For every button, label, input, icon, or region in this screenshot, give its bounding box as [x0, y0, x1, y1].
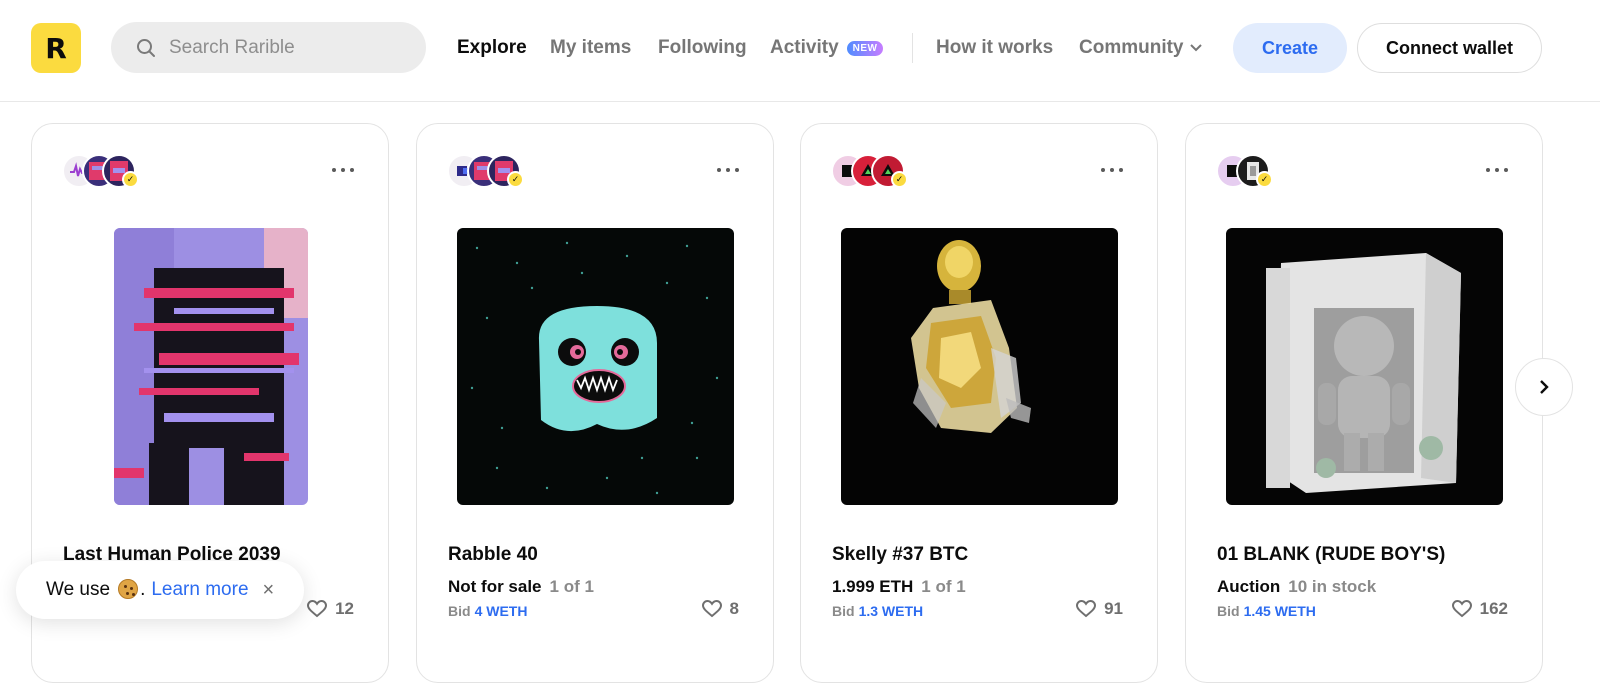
heart-icon — [701, 600, 722, 618]
nav-community-label: Community — [1079, 37, 1184, 58]
stock: 10 in stock — [1288, 577, 1377, 596]
nav-my-items-label: My items — [550, 37, 632, 58]
bid-value: 4 WETH — [474, 603, 528, 619]
nft-image[interactable] — [1226, 228, 1503, 505]
card-title[interactable]: Rabble 40 — [448, 544, 538, 566]
close-icon[interactable]: × — [263, 579, 275, 602]
more-icon[interactable] — [332, 160, 354, 180]
bid-value: 1.3 WETH — [858, 603, 924, 619]
logo-letter: R — [45, 31, 67, 65]
nft-card[interactable]: ✓ 01 BLANK (RUDE BOY'S) Auction 10 in sto… — [1185, 123, 1543, 683]
nft-image[interactable] — [841, 228, 1118, 505]
bid-value: 1.45 WETH — [1243, 603, 1316, 619]
likes-button[interactable]: 12 — [307, 599, 354, 619]
verified-icon: ✓ — [122, 171, 139, 188]
nav-activity[interactable]: Activity NEW — [770, 34, 884, 62]
nft-image[interactable] — [114, 228, 308, 505]
more-icon[interactable] — [1101, 160, 1123, 180]
bid-label: Bid — [1217, 603, 1240, 619]
bid-label: Bid — [448, 603, 471, 619]
verified-icon: ✓ — [891, 171, 908, 188]
card-title[interactable]: Skelly #37 BTC — [832, 544, 968, 566]
chevron-right-icon — [1540, 380, 1549, 394]
more-icon[interactable] — [717, 160, 739, 180]
cookie-banner: We use . Learn more × — [16, 561, 304, 619]
search-bar[interactable] — [111, 22, 426, 73]
card-title[interactable]: 01 BLANK (RUDE BOY'S) — [1217, 544, 1445, 566]
price-row: Auction 10 in stock — [1217, 577, 1376, 597]
nav-explore-label: Explore — [457, 37, 527, 58]
nft-image[interactable] — [457, 228, 734, 505]
nft-card[interactable]: ✓ Skelly #37 BTC 1.999 ETH 1 of 1 Bid 1.3 … — [800, 123, 1158, 683]
search-icon — [135, 37, 157, 59]
price: 1.999 ETH — [832, 577, 914, 596]
likes-button[interactable]: 162 — [1451, 599, 1508, 619]
connect-wallet-button[interactable]: Connect wallet — [1357, 23, 1542, 73]
nft-card[interactable]: ✓ Rabble 40 Not for sale 1 of 1 Bid 4 WE… — [416, 123, 774, 683]
heart-icon — [307, 600, 328, 618]
top-navbar: R Explore My items Following Activity NE… — [0, 0, 1600, 102]
stock: 1 of 1 — [549, 577, 594, 596]
likes-count: 12 — [335, 599, 354, 618]
cookie-text: We use — [46, 579, 111, 600]
bid-label: Bid — [832, 603, 855, 619]
nav-how-it-works-label: How it works — [936, 37, 1054, 58]
likes-button[interactable]: 8 — [701, 599, 739, 619]
heart-icon — [1076, 600, 1097, 618]
nav-how-it-works[interactable]: How it works — [936, 34, 1053, 62]
stock: 1 of 1 — [921, 577, 966, 596]
carousel-next-button[interactable] — [1515, 358, 1573, 416]
bid-row: Bid 1.3 WETH — [832, 603, 923, 619]
nav-divider — [912, 33, 913, 63]
new-badge: NEW — [846, 40, 884, 56]
search-input[interactable] — [169, 36, 409, 59]
heart-icon — [1451, 600, 1472, 618]
nav-following-label: Following — [658, 37, 747, 58]
rarible-logo[interactable]: R — [31, 23, 81, 73]
verified-icon: ✓ — [1256, 171, 1273, 188]
nav-community[interactable]: Community — [1079, 34, 1202, 62]
bid-row: Bid 4 WETH — [448, 603, 527, 619]
chevron-down-icon — [1189, 44, 1202, 52]
cookie-icon — [116, 578, 140, 602]
price: Auction — [1217, 577, 1281, 596]
likes-count: 162 — [1479, 599, 1508, 618]
verified-icon: ✓ — [507, 171, 524, 188]
price-row: 1.999 ETH 1 of 1 — [832, 577, 966, 597]
bid-row: Bid 1.45 WETH — [1217, 603, 1316, 619]
nav-activity-label: Activity — [770, 37, 839, 58]
nav-explore[interactable]: Explore — [457, 34, 527, 62]
create-button[interactable]: Create — [1233, 23, 1347, 73]
price: Not for sale — [448, 577, 542, 596]
likes-count: 8 — [729, 599, 739, 618]
nav-following[interactable]: Following — [658, 34, 747, 62]
likes-button[interactable]: 91 — [1076, 599, 1123, 619]
likes-count: 91 — [1104, 599, 1123, 618]
cookie-text-period: . — [140, 579, 146, 600]
learn-more-link[interactable]: Learn more — [151, 579, 248, 601]
nav-my-items[interactable]: My items — [550, 34, 631, 62]
more-icon[interactable] — [1486, 160, 1508, 180]
price-row: Not for sale 1 of 1 — [448, 577, 594, 597]
